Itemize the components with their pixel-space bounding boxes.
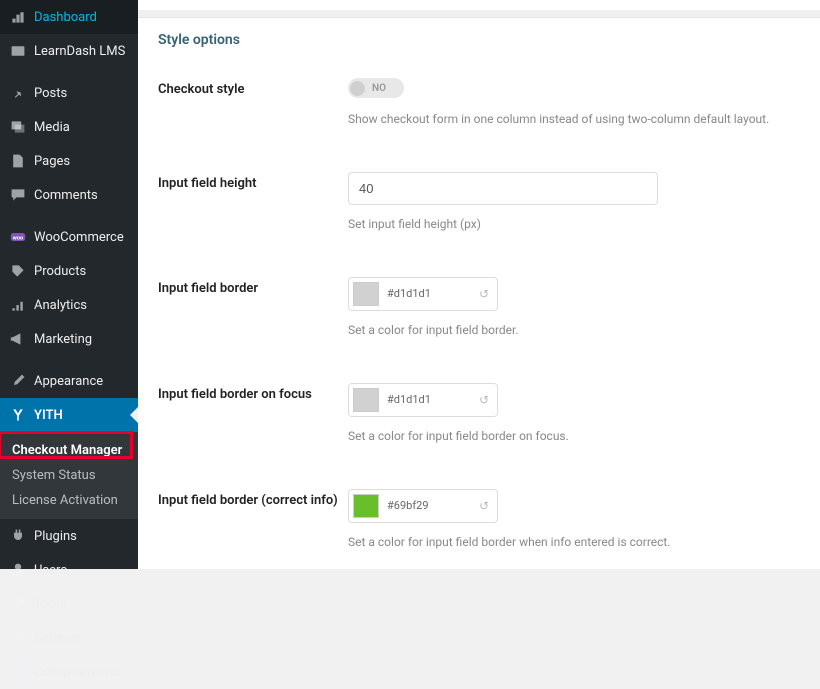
user-icon xyxy=(8,560,28,580)
input-field-height[interactable] xyxy=(348,172,658,205)
help-input-border-focus: Set a color for input field border on fo… xyxy=(348,429,800,443)
help-input-border-correct: Set a color for input field border when … xyxy=(348,535,800,549)
toggle-checkout-style[interactable]: NO xyxy=(348,78,404,98)
sidebar-item-comments[interactable]: Comments xyxy=(0,178,138,212)
admin-sidebar: Dashboard LearnDash LMS Posts Media Page… xyxy=(0,0,138,569)
sidebar-item-plugins[interactable]: Plugins xyxy=(0,519,138,553)
collapse-icon xyxy=(8,662,28,682)
row-input-height: Input field height Set input field heigh… xyxy=(158,172,800,231)
sidebar-item-label: Plugins xyxy=(34,529,77,544)
label-input-border-correct: Input field border (correct info) xyxy=(158,489,348,549)
sidebar-item-pages[interactable]: Pages xyxy=(0,144,138,178)
plug-icon xyxy=(8,526,28,546)
sidebar-item-label: Media xyxy=(34,120,70,135)
sidebar-item-analytics[interactable]: Analytics xyxy=(0,288,138,322)
sidebar-item-marketing[interactable]: Marketing xyxy=(0,322,138,356)
sidebar-item-label: Settings xyxy=(34,631,81,646)
color-picker-border-focus[interactable]: #d1d1d1 ↺ xyxy=(348,383,498,417)
sidebar-item-label: Users xyxy=(34,563,67,578)
sidebar-item-tools[interactable]: Tools xyxy=(0,587,138,621)
pin-icon xyxy=(8,83,28,103)
color-swatch xyxy=(353,282,379,306)
sidebar-item-label: Pages xyxy=(34,154,70,169)
svg-text:woo: woo xyxy=(13,235,23,241)
color-value: #69bf29 xyxy=(387,499,475,512)
submenu-license-activation[interactable]: License Activation xyxy=(0,488,138,513)
analytics-icon xyxy=(8,295,28,315)
color-swatch xyxy=(353,388,379,412)
help-input-border: Set a color for input field border. xyxy=(348,323,800,337)
help-checkout-style: Show checkout form in one column instead… xyxy=(348,112,800,126)
color-value: #d1d1d1 xyxy=(387,287,475,300)
reset-icon[interactable]: ↺ xyxy=(475,393,493,407)
color-value: #d1d1d1 xyxy=(387,393,475,406)
color-swatch xyxy=(353,494,379,518)
sidebar-item-products[interactable]: Products xyxy=(0,254,138,288)
yith-icon xyxy=(8,405,28,425)
sidebar-item-label: LearnDash LMS xyxy=(34,44,125,59)
sliders-icon xyxy=(8,628,28,648)
woocommerce-icon: woo xyxy=(8,227,28,247)
sidebar-item-label: YITH xyxy=(34,408,63,423)
sidebar-item-learndash[interactable]: LearnDash LMS xyxy=(0,34,138,68)
sidebar-item-collapse[interactable]: Collapse menu xyxy=(0,655,138,689)
label-input-border: Input field border xyxy=(158,277,348,337)
row-input-border-focus: Input field border on focus #d1d1d1 ↺ Se… xyxy=(158,383,800,443)
sidebar-item-label: Dashboard xyxy=(34,10,97,25)
sidebar-item-label: WooCommerce xyxy=(34,230,124,245)
submenu-checkout-manager[interactable]: Checkout Manager xyxy=(0,438,138,463)
brush-icon xyxy=(8,371,28,391)
main-content: Style options Checkout style NO Show che… xyxy=(138,0,820,569)
reset-icon[interactable]: ↺ xyxy=(475,499,493,513)
row-input-border-correct: Input field border (correct info) #69bf2… xyxy=(158,489,800,549)
label-input-height: Input field height xyxy=(158,172,348,231)
toggle-text: NO xyxy=(372,83,386,94)
sidebar-item-users[interactable]: Users xyxy=(0,553,138,587)
sidebar-item-yith[interactable]: YITH xyxy=(0,398,138,432)
sidebar-item-label: Marketing xyxy=(34,332,92,347)
sidebar-item-settings[interactable]: Settings xyxy=(0,621,138,655)
submenu-system-status[interactable]: System Status xyxy=(0,463,138,488)
yith-submenu: Checkout Manager System Status License A… xyxy=(0,432,138,519)
sidebar-item-woocommerce[interactable]: woo WooCommerce xyxy=(0,220,138,254)
products-icon xyxy=(8,261,28,281)
sidebar-item-label: Comments xyxy=(34,188,98,203)
megaphone-icon xyxy=(8,329,28,349)
comment-icon xyxy=(8,185,28,205)
dashboard-icon xyxy=(8,7,28,27)
row-input-border: Input field border #d1d1d1 ↺ Set a color… xyxy=(158,277,800,337)
sidebar-item-media[interactable]: Media xyxy=(0,110,138,144)
toggle-knob xyxy=(350,81,365,96)
row-checkout-style: Checkout style NO Show checkout form in … xyxy=(158,78,800,126)
color-picker-border-correct[interactable]: #69bf29 ↺ xyxy=(348,489,498,523)
label-input-border-focus: Input field border on focus xyxy=(158,383,348,443)
sidebar-item-appearance[interactable]: Appearance xyxy=(0,364,138,398)
sidebar-item-dashboard[interactable]: Dashboard xyxy=(0,0,138,34)
sidebar-item-label: Tools xyxy=(34,597,66,612)
reset-icon[interactable]: ↺ xyxy=(475,287,493,301)
media-icon xyxy=(8,117,28,137)
learndash-icon xyxy=(8,41,28,61)
page-icon xyxy=(8,151,28,171)
wrench-icon xyxy=(8,594,28,614)
label-checkout-style: Checkout style xyxy=(158,78,348,126)
color-picker-border[interactable]: #d1d1d1 ↺ xyxy=(348,277,498,311)
sidebar-item-label: Products xyxy=(34,264,86,279)
sidebar-item-label: Analytics xyxy=(34,298,87,313)
sidebar-item-label: Collapse menu xyxy=(34,665,120,680)
panel-top-bar xyxy=(138,10,820,18)
sidebar-item-label: Appearance xyxy=(34,374,103,389)
help-input-height: Set input field height (px) xyxy=(348,217,800,231)
section-title: Style options xyxy=(158,18,800,78)
sidebar-item-posts[interactable]: Posts xyxy=(0,76,138,110)
sidebar-item-label: Posts xyxy=(34,86,67,101)
